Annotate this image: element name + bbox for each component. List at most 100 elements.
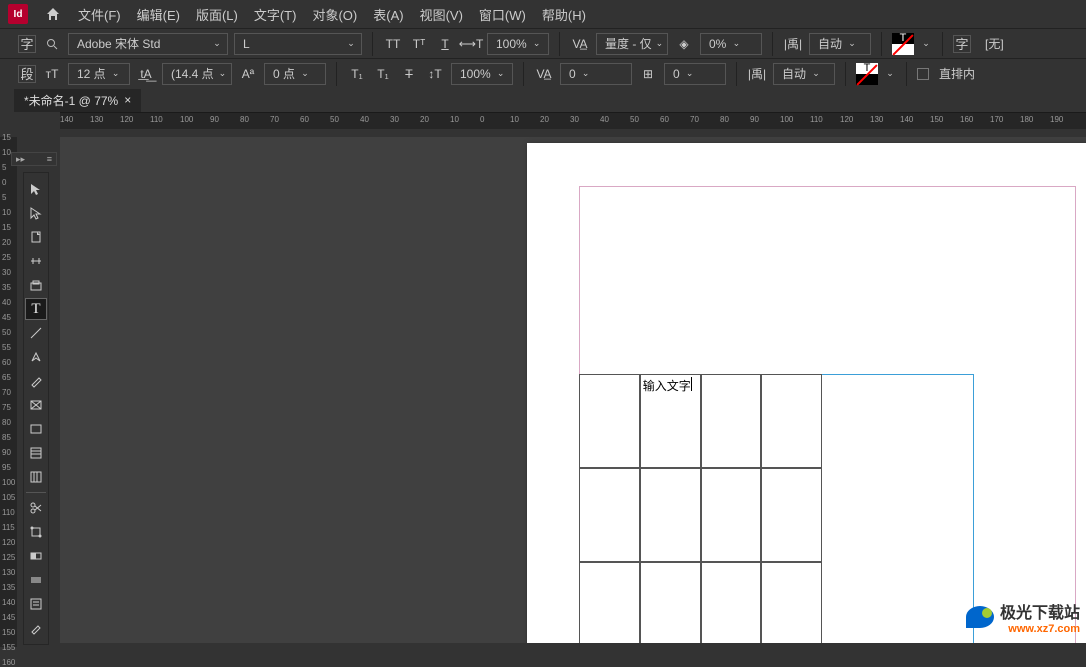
line-tool[interactable] [25,322,47,344]
character-row-label[interactable]: 字 [18,35,36,53]
menu-help[interactable]: 帮助(H) [542,5,586,24]
type-tool[interactable]: T [25,298,47,320]
table-cell[interactable] [579,562,640,643]
vertical-ruler[interactable]: 1510505101520253035404550556065707580859… [0,137,17,647]
table-cell[interactable] [701,374,762,468]
pencil-tool[interactable] [25,370,47,392]
rectangle-frame-tool[interactable] [25,394,47,416]
watermark-text-1: 极光下载站 [1000,599,1080,623]
smallcaps-icon[interactable]: Tᵀ [409,34,429,54]
table-cell[interactable] [640,468,701,562]
baseline-num-combo[interactable]: 0 ⌄ [664,63,726,85]
fill-stroke-indicator[interactable]: T [892,33,914,55]
menu-object[interactable]: 对象(O) [312,5,357,24]
tracking-combo[interactable]: 0 点 ⌄ [264,63,326,85]
baseline-shift-up-icon: Aª [238,64,258,84]
gradient-swatch-tool[interactable] [25,545,47,567]
menu-file[interactable]: 文件(F) [78,5,121,24]
subscript-icon[interactable]: T₁ [373,64,393,84]
free-transform-tool[interactable] [25,521,47,543]
note-tool[interactable] [25,593,47,615]
scale-v-combo[interactable]: 100% ⌄ [451,63,513,85]
expand-icon: ▸▸ [16,154,25,165]
close-icon[interactable]: × [124,93,131,107]
chevron-down-icon: ⌄ [846,38,858,49]
menu-type[interactable]: 文字(T) [254,5,297,24]
straight-text-checkbox[interactable] [917,68,929,80]
table-cell[interactable]: 输入文字 [640,374,701,468]
watermark: 极光下载站 www.xz7.com [966,599,1080,635]
pen-tool[interactable] [25,346,47,368]
rectangle-tool[interactable] [25,418,47,440]
table-cell[interactable] [701,562,762,643]
leading-value: (14.4 点 [167,65,218,82]
vertical-grid-tool[interactable] [25,466,47,488]
leading-combo[interactable]: (14.4 点 ⌄ [162,63,232,85]
table-cell[interactable] [761,374,822,468]
horizontal-grid-tool[interactable] [25,442,47,464]
table-cell[interactable] [579,374,640,468]
table-cell[interactable] [640,562,701,643]
gradient-feather-tool[interactable] [25,569,47,591]
chevron-down-icon: ⌄ [684,68,696,79]
chevron-down-icon[interactable]: ⌄ [920,38,932,49]
divider [772,32,773,56]
table-row[interactable]: 输入文字 [579,374,822,468]
font-style-value: L [239,37,254,51]
font-size-combo[interactable]: 12 点 ⌄ [68,63,130,85]
fill-stroke-indicator-2[interactable]: T [856,63,878,85]
allcaps-icon[interactable]: TT [383,34,403,54]
scale-h-combo[interactable]: 100% ⌄ [487,33,549,55]
table-cell[interactable] [761,468,822,562]
selection-tool[interactable] [25,178,47,200]
horizontal-ruler[interactable]: 1401301201101009080706050403020100102030… [60,112,1086,129]
auto2-combo[interactable]: 自动 ⌄ [773,63,835,85]
menu-window[interactable]: 窗口(W) [479,5,526,24]
document-tab[interactable]: *未命名-1 @ 77% × [14,89,141,112]
divider [906,62,907,86]
underline-icon[interactable]: T [435,34,455,54]
char-style-combo[interactable]: [无] [977,33,1033,55]
superscript-icon[interactable]: T₁ [347,64,367,84]
baseline-combo[interactable]: 0% ⌄ [700,33,762,55]
font-size-value: 12 点 [73,65,110,82]
tool-separator [26,492,46,493]
panel-toggle[interactable]: ▸▸ ≡ [11,152,57,166]
kern-num-combo[interactable]: 0 ⌄ [560,63,632,85]
char-style-label: 字 [953,35,971,53]
table-cell[interactable] [761,562,822,643]
divider [372,32,373,56]
menu-layout[interactable]: 版面(L) [196,5,238,24]
menu-table[interactable]: 表(A) [373,5,403,24]
page-tool[interactable] [25,226,47,248]
table-row[interactable] [579,562,822,643]
document-canvas[interactable]: 输入文字 极光下载站 www.xz7.com [60,137,1086,643]
table-cell[interactable] [701,468,762,562]
font-size-icon: ᴛT [42,64,62,84]
paragraph-row-label[interactable]: 段 [18,65,36,83]
eyedropper-tool[interactable] [25,617,47,639]
menu-icon: ≡ [47,154,52,164]
kerning-combo[interactable]: 量度 - 仅 ⌄ [596,33,668,55]
font-style-combo[interactable]: L ⌄ [234,33,362,55]
gap-tool[interactable] [25,250,47,272]
search-font-icon[interactable] [42,34,62,54]
content-collector-tool[interactable] [25,274,47,296]
auto1-combo[interactable]: 自动 ⌄ [809,33,871,55]
table-row[interactable] [579,468,822,562]
divider [736,62,737,86]
baseline-shift-icon: ◈ [674,34,694,54]
chevron-down-icon[interactable]: ⌄ [884,68,896,79]
table-cell[interactable] [579,468,640,562]
scissors-tool[interactable] [25,497,47,519]
menu-edit[interactable]: 编辑(E) [137,5,180,24]
direct-selection-tool[interactable] [25,202,47,224]
home-icon[interactable] [44,5,62,23]
scale-v-value: 100% [456,67,495,81]
table-object[interactable]: 输入文字 [579,374,822,643]
font-family-combo[interactable]: Adobe 宋体 Std ⌄ [68,33,228,55]
strikethrough-icon[interactable]: T [399,64,419,84]
toolbox: T [23,172,49,645]
menu-view[interactable]: 视图(V) [420,5,463,24]
char-style-value: [无] [981,35,1008,52]
